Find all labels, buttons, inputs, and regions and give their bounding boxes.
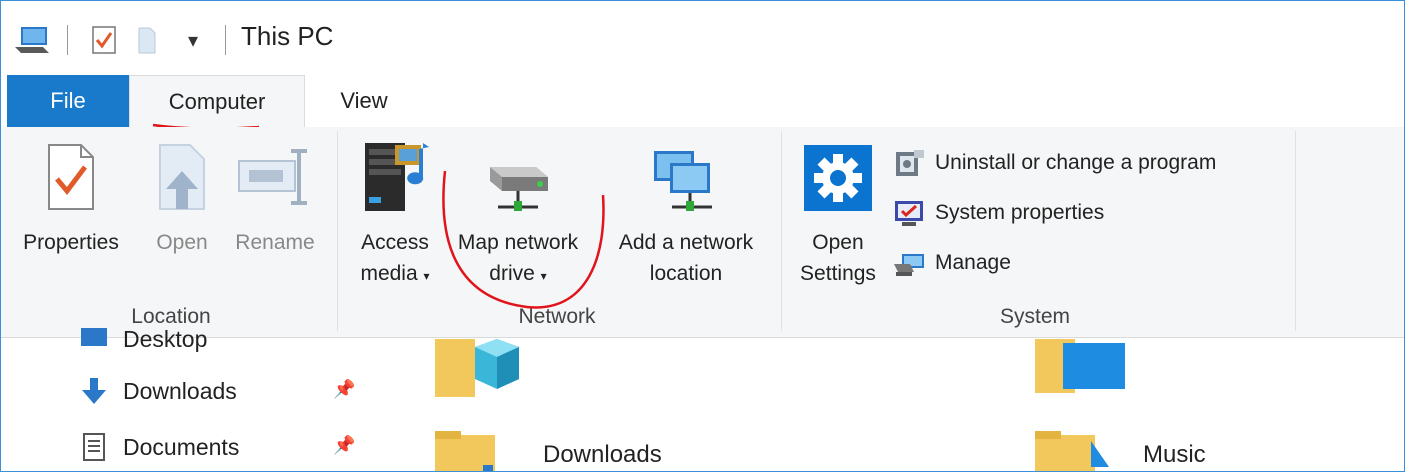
group-separator — [337, 131, 338, 331]
desktop-folder-icon[interactable] — [1035, 339, 1131, 395]
nav-item-label: Desktop — [123, 325, 208, 352]
manage-computer-icon — [891, 248, 927, 278]
title-bar: ▾ This PC — [1, 1, 1404, 75]
properties-button[interactable]: Properties — [11, 137, 131, 258]
uninstall-program-button[interactable]: Uninstall or change a program — [891, 143, 1216, 183]
nav-item-label: Downloads — [123, 377, 237, 404]
open-settings-button[interactable]: Open Settings — [791, 137, 885, 289]
downloads-folder-icon[interactable] — [435, 431, 505, 472]
pin-icon[interactable]: 📌 — [333, 379, 355, 400]
system-properties-icon — [891, 198, 927, 228]
pin-icon[interactable]: 📌 — [333, 435, 355, 456]
uninstall-icon — [891, 148, 927, 178]
ribbon-panel: Properties Open Rename Location Access m… — [1, 127, 1404, 338]
folder-label-music[interactable]: Music — [1143, 441, 1206, 469]
3d-objects-folder-icon[interactable] — [435, 339, 525, 399]
media-server-icon — [355, 137, 435, 217]
network-location-icon — [646, 137, 726, 217]
red-circle-annotation — [442, 170, 605, 309]
open-button[interactable]: Open — [141, 137, 223, 258]
system-properties-button[interactable]: System properties — [891, 193, 1104, 233]
properties-icon — [43, 137, 99, 217]
explorer-window: ▾ This PC File Computer View Properties — [0, 0, 1405, 472]
add-network-location-button[interactable]: Add a network location — [601, 137, 771, 289]
settings-gear-icon — [802, 137, 874, 217]
tab-view[interactable]: View — [319, 75, 409, 127]
desktop-icon — [79, 326, 109, 352]
system-properties-label: System properties — [935, 201, 1105, 224]
access-media-button[interactable]: Access media ▾ — [347, 137, 443, 292]
nav-item-downloads[interactable]: Downloads — [79, 369, 237, 413]
add-network-line1: Add a network — [618, 231, 754, 254]
nav-item-label: Documents — [123, 433, 240, 460]
properties-check-icon[interactable] — [91, 23, 121, 57]
toolbar-separator — [225, 25, 226, 55]
open-settings-line2: Settings — [800, 262, 876, 285]
folder-label-downloads[interactable]: Downloads — [543, 441, 662, 469]
music-folder-icon[interactable] — [1035, 431, 1119, 472]
chevron-down-icon: ▾ — [423, 269, 430, 283]
manage-button[interactable]: Manage — [891, 243, 1011, 283]
access-media-line1: Access — [361, 231, 429, 254]
uninstall-label: Uninstall or change a program — [935, 151, 1217, 174]
toolbar-separator — [67, 25, 68, 55]
new-folder-icon[interactable] — [136, 23, 166, 57]
group-separator — [781, 131, 782, 331]
window-title: This PC — [241, 21, 334, 51]
nav-item-desktop[interactable]: Desktop — [79, 317, 207, 361]
properties-label: Properties — [23, 231, 119, 254]
rename-icon — [235, 137, 315, 217]
access-media-line2: media — [360, 262, 418, 285]
access-media-label: Access media ▾ — [360, 227, 429, 292]
group-label-system: System — [999, 305, 1070, 328]
rename-label: Rename — [235, 231, 315, 254]
rename-button[interactable]: Rename — [227, 137, 323, 258]
this-pc-icon[interactable] — [13, 23, 53, 57]
open-icon — [154, 137, 210, 217]
open-settings-label: Open Settings — [800, 227, 876, 289]
download-arrow-icon — [79, 376, 109, 406]
nav-item-documents[interactable]: Documents — [79, 425, 239, 469]
add-network-location-label: Add a network location — [619, 227, 753, 289]
tab-file[interactable]: File — [7, 75, 129, 127]
customize-arrow-icon[interactable]: ▾ — [181, 23, 205, 57]
open-label: Open — [156, 231, 208, 254]
add-network-line2: location — [649, 262, 723, 285]
documents-icon — [79, 432, 109, 462]
open-settings-line1: Open — [812, 231, 864, 254]
group-separator — [1295, 131, 1296, 331]
manage-label: Manage — [935, 251, 1011, 274]
